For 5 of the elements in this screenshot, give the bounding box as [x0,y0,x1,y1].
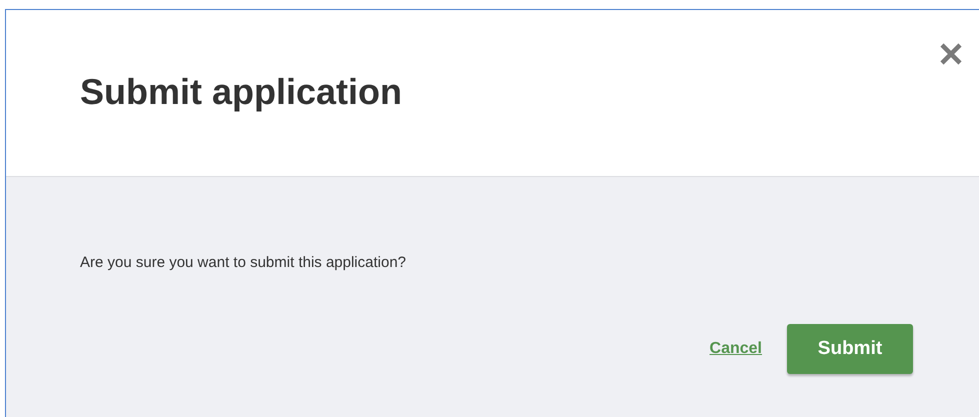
confirmation-message: Are you sure you want to submit this application? [80,254,408,271]
dialog-title: Submit application [80,70,402,112]
close-icon[interactable] [939,42,963,66]
submit-button[interactable]: Submit [787,324,913,374]
cancel-link[interactable]: Cancel [710,340,762,358]
